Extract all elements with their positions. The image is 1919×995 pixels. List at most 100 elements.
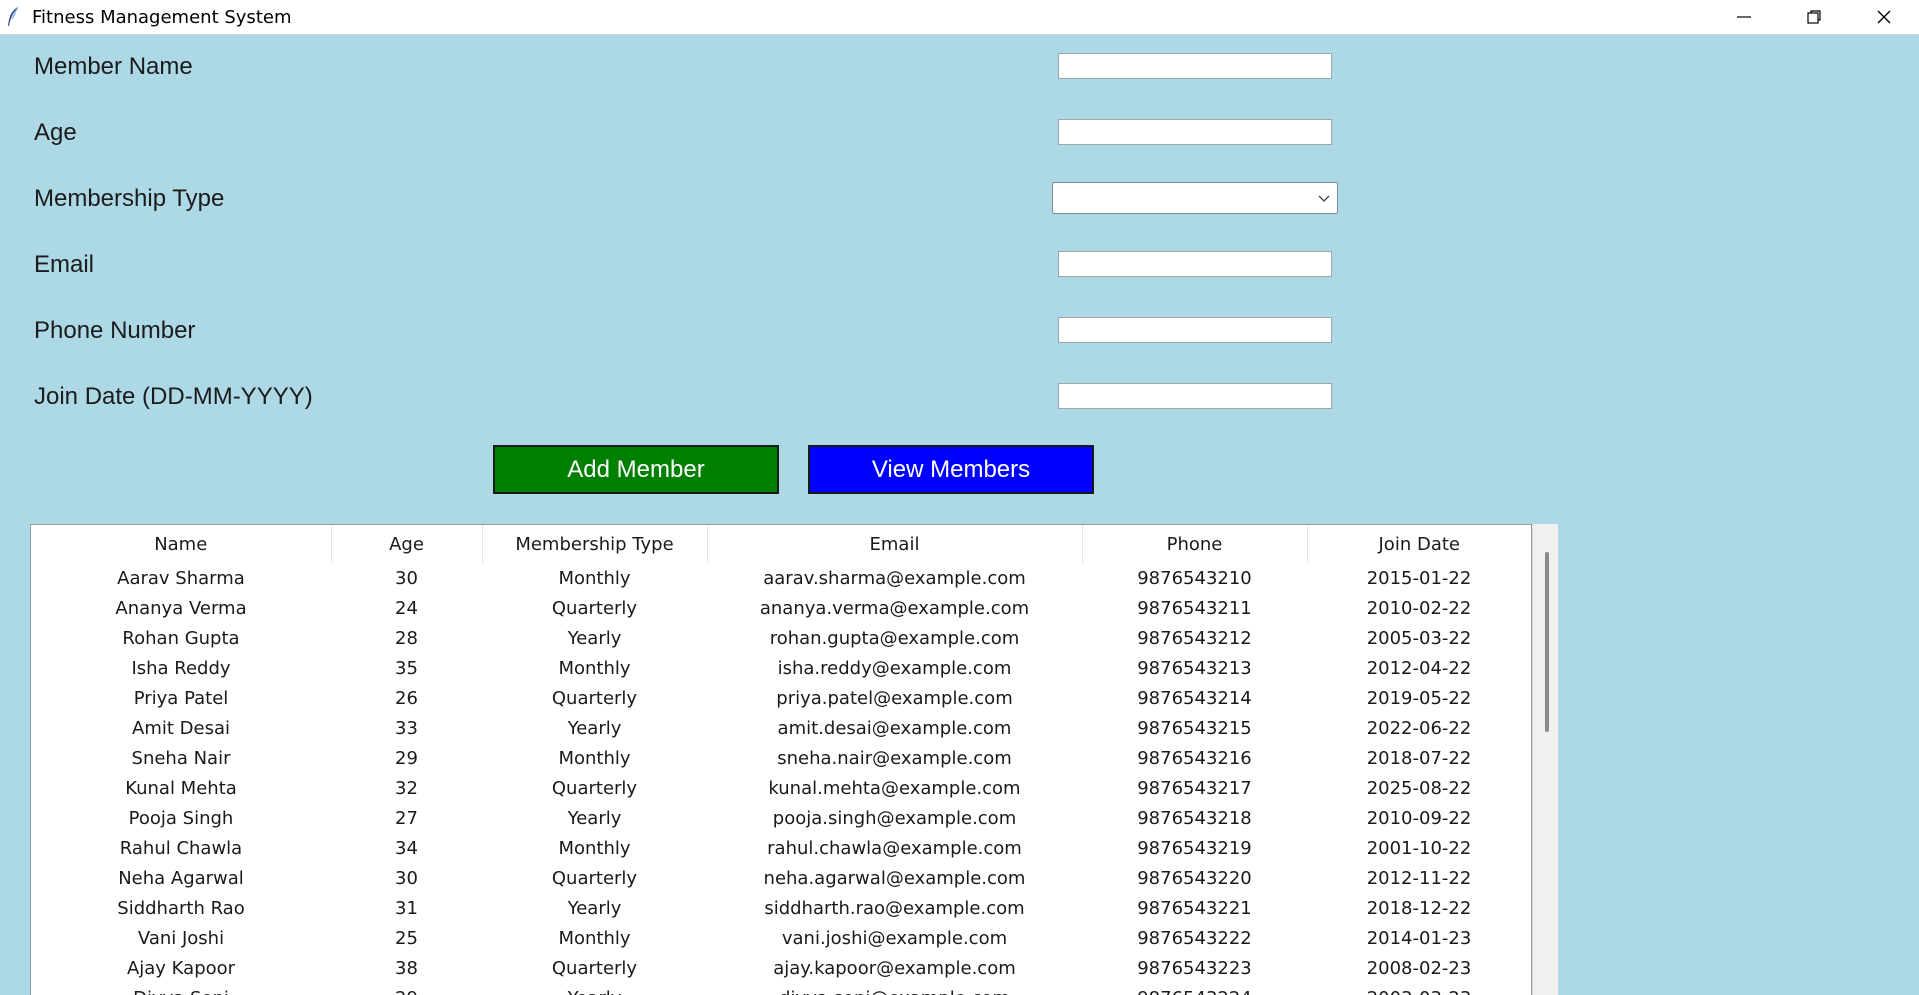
table-row[interactable]: Isha Reddy 35 Monthly isha.reddy@example.co… xyxy=(31,653,1531,683)
table-row[interactable]: Neha Agarwal 30 Quarterly neha.agarwal@exam… xyxy=(31,863,1531,893)
cell-join-date: 2001-10-22 xyxy=(1366,837,1472,859)
cell-membership-type: Yearly xyxy=(567,717,622,739)
cell-membership-type: Monthly xyxy=(558,657,631,679)
cell-name: Rohan Gupta xyxy=(122,627,240,649)
table-row[interactable]: Sneha Nair 29 Monthly sneha.nair@example.co… xyxy=(31,743,1531,773)
table-header-row: Name Age Membership Type Email Phone Joi… xyxy=(31,525,1531,563)
cell-email: ajay.kapoor@example.com xyxy=(773,957,1016,979)
cell-age: 25 xyxy=(395,927,418,949)
cell-phone: 9876543222 xyxy=(1137,927,1252,949)
title-bar: Fitness Management System xyxy=(0,0,1919,35)
cell-name: Ajay Kapoor xyxy=(126,957,236,979)
table-row[interactable]: Siddharth Rao 31 Yearly siddharth.rao@examp… xyxy=(31,893,1531,923)
age-input[interactable] xyxy=(1058,119,1332,145)
cell-join-date: 2025-08-22 xyxy=(1366,777,1472,799)
member-name-label: Member Name xyxy=(34,53,193,80)
cell-name: Vani Joshi xyxy=(137,927,225,949)
cell-join-date: 2010-09-22 xyxy=(1366,807,1472,829)
cell-join-date: 2010-02-22 xyxy=(1366,597,1472,619)
table-row[interactable]: Kunal Mehta 32 Quarterly kunal.mehta@exampl… xyxy=(31,773,1531,803)
table-row[interactable]: Ajay Kapoor 38 Quarterly ajay.kapoor@exampl… xyxy=(31,953,1531,983)
cell-age: 28 xyxy=(395,627,418,649)
cell-name: Pooja Singh xyxy=(128,807,234,829)
cell-membership-type: Yearly xyxy=(567,807,622,829)
email-label: Email xyxy=(34,251,95,278)
chevron-down-icon xyxy=(1318,195,1330,202)
cell-membership-type: Quarterly xyxy=(551,867,638,889)
restore-icon xyxy=(1807,10,1821,24)
cell-membership-type: Yearly xyxy=(567,627,622,649)
cell-phone: 9876543221 xyxy=(1137,897,1252,919)
cell-phone: 9876543214 xyxy=(1137,687,1252,709)
cell-age: 26 xyxy=(395,687,418,709)
table-row[interactable]: Priya Patel 26 Quarterly priya.patel@exampl… xyxy=(31,683,1531,713)
table-row[interactable]: Vani Joshi 25 Monthly vani.joshi@example.co… xyxy=(31,923,1531,953)
column-header-name[interactable]: Name xyxy=(31,525,332,563)
cell-name: Priya Patel xyxy=(133,687,229,709)
cell-phone: 9876543223 xyxy=(1137,957,1252,979)
restore-button[interactable] xyxy=(1779,0,1849,34)
table-row[interactable]: Rohan Gupta 28 Yearly rohan.gupta@example.c… xyxy=(31,623,1531,653)
close-button[interactable] xyxy=(1849,0,1919,34)
email-input[interactable] xyxy=(1058,251,1332,277)
column-header-email[interactable]: Email xyxy=(707,525,1083,563)
cell-name: Siddharth Rao xyxy=(117,897,245,919)
cell-phone: 9876543219 xyxy=(1137,837,1252,859)
cell-email: vani.joshi@example.com xyxy=(781,927,1008,949)
member-name-input[interactable] xyxy=(1058,53,1332,79)
table-row[interactable]: Pooja Singh 27 Yearly pooja.singh@example.c… xyxy=(31,803,1531,833)
cell-name: Aarav Sharma xyxy=(117,567,245,589)
add-member-button[interactable]: Add Member xyxy=(493,445,779,494)
membership-type-select[interactable] xyxy=(1052,182,1338,214)
minimize-icon xyxy=(1737,16,1751,18)
cell-join-date: 2014-01-23 xyxy=(1366,927,1472,949)
cell-membership-type: Yearly xyxy=(567,897,622,919)
join-date-input[interactable] xyxy=(1058,383,1332,409)
cell-email: amit.desai@example.com xyxy=(777,717,1012,739)
cell-join-date: 2008-02-23 xyxy=(1366,957,1472,979)
cell-membership-type: Monthly xyxy=(558,837,631,859)
cell-join-date: 2012-11-22 xyxy=(1366,867,1472,889)
cell-join-date: 2018-07-22 xyxy=(1366,747,1472,769)
column-header-membership-type[interactable]: Membership Type xyxy=(482,525,708,563)
phone-number-input[interactable] xyxy=(1058,317,1332,343)
minimize-button[interactable] xyxy=(1709,0,1779,34)
close-icon xyxy=(1877,10,1891,24)
join-date-label: Join Date (DD-MM-YYYY) xyxy=(34,383,313,410)
feather-icon xyxy=(6,6,24,28)
scrollbar-thumb[interactable] xyxy=(1545,552,1549,732)
table-row[interactable]: Amit Desai 33 Yearly amit.desai@example.com… xyxy=(31,713,1531,743)
cell-name: Amit Desai xyxy=(132,717,230,739)
phone-number-label: Phone Number xyxy=(34,317,196,344)
cell-phone: 9876543210 xyxy=(1137,567,1252,589)
cell-name: Divya Soni xyxy=(31,983,331,995)
column-header-phone[interactable]: Phone xyxy=(1082,525,1308,563)
cell-membership-type: Quarterly xyxy=(551,777,638,799)
cell-join-date: 2015-01-22 xyxy=(1366,567,1472,589)
cell-phone: 9876543215 xyxy=(1137,717,1252,739)
column-header-join-date[interactable]: Join Date xyxy=(1307,525,1531,563)
cell-age: 31 xyxy=(395,897,418,919)
cell-phone: 9876543212 xyxy=(1137,627,1252,649)
cell-join-date: 2019-05-22 xyxy=(1366,687,1472,709)
table-row[interactable]: Rahul Chawla 34 Monthly rahul.chawla@exampl… xyxy=(31,833,1531,863)
cell-email: divya.soni@example.com xyxy=(707,983,1082,995)
cell-email: sneha.nair@example.com xyxy=(777,747,1012,769)
cell-age: 30 xyxy=(395,867,418,889)
cell-membership-type: Yearly xyxy=(482,983,707,995)
cell-membership-type: Quarterly xyxy=(551,597,638,619)
cell-join-date: 2012-04-22 xyxy=(1366,657,1472,679)
view-members-button[interactable]: View Members xyxy=(808,445,1094,494)
table-row[interactable]: Divya Soni29Yearlydivya.soni@example.com… xyxy=(31,983,1531,995)
table-row[interactable]: Aarav Sharma 30 Monthly aarav.sharma@exampl… xyxy=(31,563,1531,593)
cell-phone: 9876543217 xyxy=(1137,777,1252,799)
column-header-age[interactable]: Age xyxy=(331,525,483,563)
cell-membership-type: Monthly xyxy=(558,747,631,769)
cell-membership-type: Quarterly xyxy=(551,687,638,709)
table-scrollbar[interactable] xyxy=(1532,524,1558,995)
members-table[interactable]: Name Age Membership Type Email Phone Joi… xyxy=(30,524,1532,995)
cell-age: 29 xyxy=(331,983,482,995)
cell-email: priya.patel@example.com xyxy=(776,687,1013,709)
table-row[interactable]: Ananya Verma 24 Quarterly ananya.verma@exam… xyxy=(31,593,1531,623)
table-body: Aarav Sharma 30 Monthly aarav.sharma@exampl… xyxy=(31,563,1531,995)
